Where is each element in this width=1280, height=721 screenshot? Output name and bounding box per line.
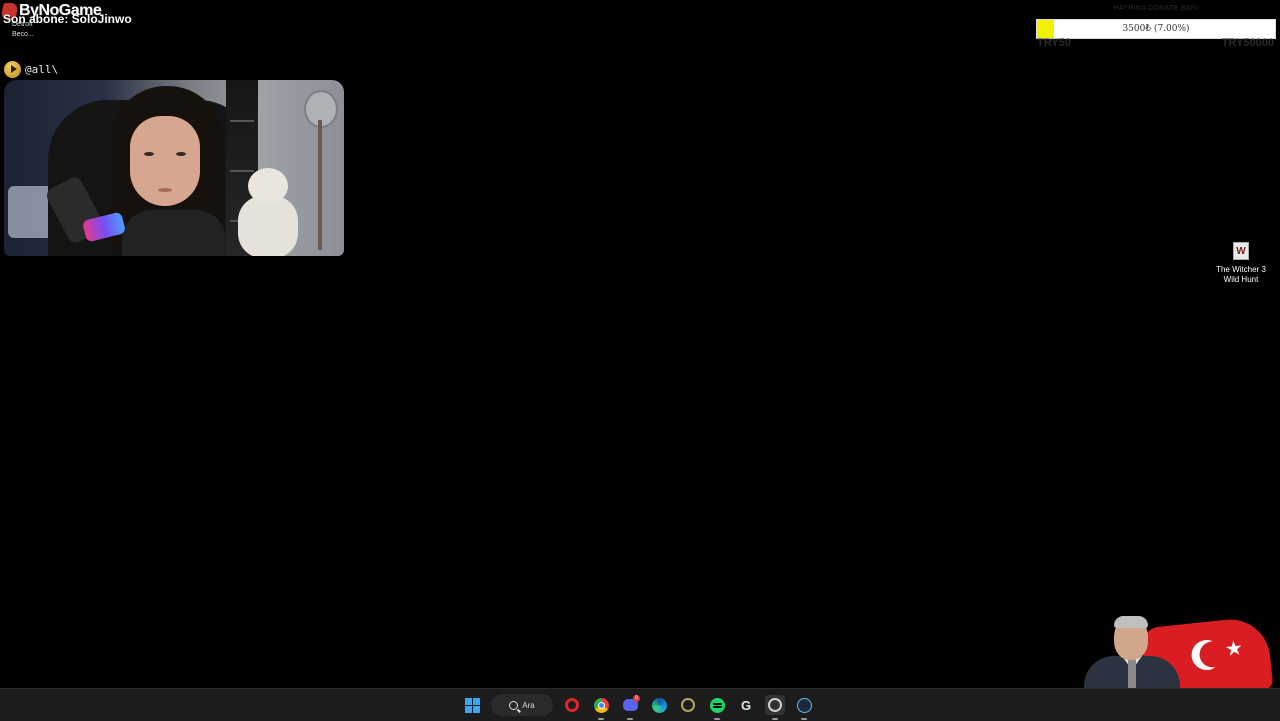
donation-max-label: TRY50000 <box>1221 37 1274 49</box>
obs-icon <box>768 698 782 712</box>
portrait-tie <box>1128 658 1136 688</box>
taskbar-search-label: Ara <box>522 700 535 710</box>
taskbar-opera[interactable] <box>562 695 582 715</box>
taskbar-edge[interactable] <box>649 695 669 715</box>
portrait-hair <box>1114 616 1148 628</box>
taskbar-ghub[interactable]: G <box>736 695 756 715</box>
webcam-decor-branch <box>318 120 322 250</box>
desktop-icon-witcher3[interactable]: W The Witcher 3 Wild Hunt <box>1210 242 1272 285</box>
donation-min-label: TRY50 <box>1037 37 1071 49</box>
desktop-icon-label-line2: Beco... <box>12 31 34 38</box>
desktop-icon-label-detroit[interactable]: Detroit Beco... <box>12 20 34 40</box>
opera-icon <box>565 698 579 712</box>
chat-message: @all\ <box>4 60 58 78</box>
desktop-icon-label-line2: Wild Hunt <box>1223 275 1259 284</box>
app-icon <box>681 698 695 712</box>
donation-progress-bar: 3500₺ (7.00%) <box>1036 19 1276 39</box>
taskbar-obs[interactable] <box>765 695 785 720</box>
stream-overlay-header: ByNoGame Son abone: SoloJinwo Detroit Be… <box>0 0 360 60</box>
chat-badge-icon <box>4 60 21 78</box>
donation-goal-widget: HAYRINA DONATE BARI 3500₺ (7.00%) TRY50 … <box>1036 4 1276 49</box>
donation-progress-text: 3500₺ (7.00%) <box>1122 24 1190 34</box>
windows-start-icon <box>464 697 480 713</box>
steam-icon <box>796 697 812 713</box>
start-button[interactable] <box>462 695 482 715</box>
taskbar-search[interactable]: Ara <box>491 694 553 716</box>
chrome-icon <box>593 697 609 713</box>
edge-icon <box>651 697 667 713</box>
taskbar: Ara 9 G <box>0 688 1280 721</box>
spotify-icon <box>709 697 725 713</box>
taskbar-discord[interactable]: 9 <box>620 695 640 720</box>
portrait-flag-overlay: ★ <box>1066 612 1280 692</box>
desktop-icon-label-line1: The Witcher 3 <box>1216 265 1266 274</box>
webcam-mouth <box>158 188 172 192</box>
search-icon <box>509 700 519 710</box>
taskbar-spotify[interactable] <box>707 695 727 720</box>
donation-goal-title: HAYRINA DONATE BARI <box>1113 5 1199 12</box>
chat-message-text: @all\ <box>25 62 59 76</box>
taskbar-icons: Ara 9 G <box>462 689 814 721</box>
desktop-icon-label-line1: Detroit <box>12 21 33 28</box>
webcam-feed <box>4 80 344 256</box>
witcher3-icon: W <box>1233 242 1249 260</box>
desktop-icon-label: The Witcher 3 Wild Hunt <box>1210 265 1272 285</box>
webcam-eye-right <box>176 152 186 156</box>
logitech-ghub-icon: G <box>740 697 752 713</box>
webcam-teddy-bear <box>232 168 304 256</box>
taskbar-app[interactable] <box>678 695 698 715</box>
webcam-eye-left <box>144 152 154 156</box>
webcam-person-body <box>122 210 226 256</box>
notification-badge: 9 <box>633 695 640 702</box>
taskbar-chrome[interactable] <box>591 695 611 720</box>
webcam-person-face <box>130 116 200 206</box>
taskbar-steam[interactable] <box>794 695 814 720</box>
